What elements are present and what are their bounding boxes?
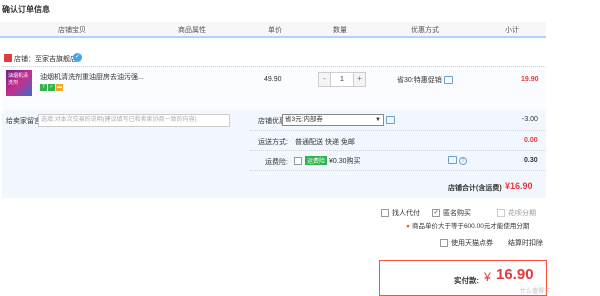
installment-option: 花呗分期 [497,208,536,218]
item-price: 49.90 [264,76,282,83]
insurance-badge: 运费险 [305,156,328,165]
final-amount: 16.90 [496,266,534,283]
chat-bubble-icon[interactable] [448,156,457,164]
anonymous-option: ✓ 匿名购买 [432,208,471,218]
col-subtotal: 小计 [505,27,519,34]
tmall-points-checkbox[interactable] [440,239,448,248]
insurance-label: 运费险: [265,159,288,166]
divider [250,150,546,151]
col-qty: 数量 [333,27,347,34]
shop-total-value: ¥16.90 [505,181,533,191]
help-icon[interactable]: ? [458,156,467,165]
insurance-option: 运费险 ¥0.30购买 [294,156,361,166]
friend-pay-label: 找人代付 [392,210,420,217]
shop-discount-select[interactable]: 省3元:内部券 ▼ [282,114,384,126]
discount-info-icon[interactable] [386,116,395,124]
promo-text: 省30:特惠促销 [397,77,442,84]
friend-pay-checkbox[interactable] [381,209,389,218]
insurance-checkbox[interactable] [294,157,302,166]
anonymous-label: 匿名购买 [443,210,471,217]
installment-label: 花呗分期 [508,210,536,217]
quantity-stepper: - 1 + [318,72,366,87]
item-name[interactable]: 油烟机清洗剂重油厨房去油污强... [40,72,144,82]
qty-plus-button[interactable]: + [353,73,365,86]
chat-icon[interactable]: ✓ [73,53,82,62]
shop-name[interactable]: 至家吉旗舰店 [35,56,77,63]
page-title: 确认订单信息 [2,5,50,14]
installment-checkbox[interactable] [497,209,505,218]
tmall-points-option: 使用天猫点券 [440,238,493,248]
shop-row: 店铺：至家吉旗舰店 [14,54,77,64]
item-promo: 省30:特惠促销 [397,75,453,85]
item-thumbnail[interactable]: 油烟机清洗剂 [6,70,32,96]
col-attrs: 商品属性 [178,27,206,34]
divider [250,170,546,171]
column-header: 店铺宝贝 商品属性 单价 数量 优惠方式 小计 [0,22,546,38]
anonymous-checkbox[interactable]: ✓ [432,209,440,218]
shop-icon [4,54,12,62]
tag-invoice-icon: ▬ [56,84,63,91]
shop-label: 店铺： [14,56,35,63]
chevron-down-icon: ▼ [375,117,381,123]
qty-minus-button[interactable]: - [319,73,331,86]
friend-pay-option: 找人代付 [381,208,420,218]
final-currency: ¥ [484,270,491,284]
final-label: 实付款: [454,276,479,285]
col-promo: 优惠方式 [411,27,439,34]
shipping-method: 普通配送 快递 免邮 [295,139,355,146]
tag-guarantee-icon: ✓ [48,84,55,91]
insurance-value: 0.30 [524,157,538,164]
installment-note: ● 商品单价大于等于600.00元才能使用分期 [406,220,529,230]
insurance-text: ¥0.30购买 [328,158,361,165]
promo-info-icon[interactable] [443,76,453,85]
shop-discount-value: -3.00 [522,116,538,123]
points-calc-note: 结算时扣除 [508,240,543,247]
shop-discount-selected: 省3元:内部券 [285,116,323,123]
col-shop-item: 店铺宝贝 [58,27,86,34]
thumb-text: 油烟机清洗剂 [8,73,29,86]
tmall-points-label: 使用天猫点券 [451,240,493,247]
shipping-value: 0.00 [524,137,538,144]
col-price: 单价 [268,27,282,34]
item-tags: 7 ✓ ▬ [40,83,64,91]
shop-total-label: 店铺合计(含运费) [448,185,502,192]
warning-icon: ● [406,223,410,230]
seller-message-input[interactable]: 选填:对本次交易的说明(建议填写已和卖家协商一致的内容) [38,114,230,127]
insurance-help: ? [448,156,467,165]
installment-note-text: 商品单价大于等于600.00元才能使用分期 [411,223,530,230]
item-subtotal: 19.90 [521,76,539,83]
qty-input[interactable]: 1 [331,73,353,86]
shipping-label: 运送方式: [258,139,288,146]
tag-7day-icon: 7 [40,84,47,91]
divider [250,130,546,131]
